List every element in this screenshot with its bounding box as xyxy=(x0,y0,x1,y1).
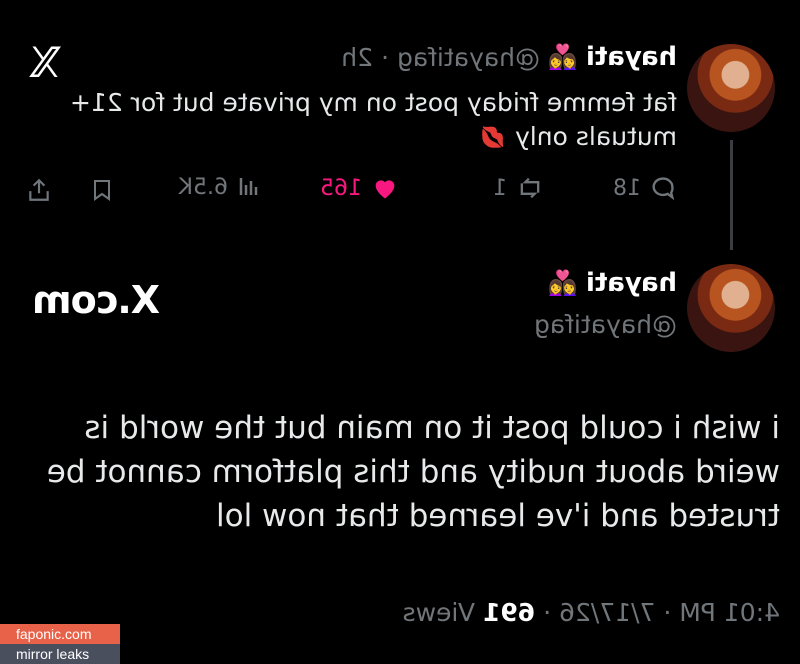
display-name[interactable]: hayati xyxy=(586,42,677,72)
views-button[interactable]: 6.5K xyxy=(179,174,260,200)
tweet-text-line: fat femme friday post on my private but … xyxy=(69,88,677,117)
tweet-header: hayati 👩‍❤️‍👩 @hayatifag · 2h xyxy=(341,42,677,72)
like-count: 165 xyxy=(320,175,362,201)
meta-timestamp[interactable]: 4:01 PM · 7/17/26 · xyxy=(543,598,780,627)
tweet-text: i wish i could post it on main but the w… xyxy=(10,406,780,538)
repost-count: 1 xyxy=(493,175,507,201)
like-button[interactable]: 165 xyxy=(320,174,400,202)
repost-icon xyxy=(520,177,540,199)
x-wordmark: X.com xyxy=(33,278,160,322)
tweet-text-line: i wish i could post it on main but the w… xyxy=(84,410,780,446)
name-emoji: 👩‍❤️‍👩 xyxy=(548,43,578,71)
share-icon xyxy=(29,178,49,201)
tweet-meta: 4:01 PM · 7/17/26 · 691 Views xyxy=(403,598,780,627)
avatar[interactable] xyxy=(687,44,775,132)
meta-views-label: Views xyxy=(402,598,475,627)
tweet-text: fat femme friday post on my private but … xyxy=(57,86,677,154)
tweet-text-line: trusted and i've learned that now lol xyxy=(216,498,780,534)
tweet-header: hayati 👩‍❤️‍👩 xyxy=(548,268,677,298)
handle[interactable]: @hayatifag xyxy=(534,310,677,339)
views-bar-chart-icon xyxy=(239,178,258,195)
tweet-text-line: mutuals only xyxy=(515,122,677,151)
reply-button[interactable]: 18 xyxy=(613,174,677,202)
x-logo-icon[interactable]: 𝕏 xyxy=(28,38,62,87)
watermark-site: faponic.com xyxy=(0,624,120,644)
reply-count: 18 xyxy=(613,175,641,201)
views-count: 6.5K xyxy=(178,174,228,200)
repost-button[interactable]: 1 xyxy=(493,174,545,202)
meta-views-count: 691 xyxy=(482,598,536,627)
reply-icon xyxy=(652,177,675,201)
tweet-text-line: weird about nudity and this platform can… xyxy=(46,454,780,490)
display-name[interactable]: hayati xyxy=(586,268,677,298)
handle[interactable]: @hayatifag xyxy=(397,43,540,72)
timestamp[interactable]: 2h xyxy=(341,43,373,72)
separator: · xyxy=(381,42,389,72)
watermark-tagline: mirror leaks xyxy=(0,644,120,664)
heart-icon xyxy=(375,180,395,199)
bookmark-button[interactable] xyxy=(90,176,114,204)
avatar[interactable] xyxy=(687,264,775,352)
share-button[interactable] xyxy=(26,176,52,204)
name-emoji: 👩‍❤️‍👩 xyxy=(548,269,578,297)
mirrored-screenshot: hayati 👩‍❤️‍👩 @hayatifag · 2h fat femme … xyxy=(0,0,800,664)
thread-connector xyxy=(730,140,733,250)
lips-emoji: 💋 xyxy=(480,125,506,149)
bookmark-icon xyxy=(94,180,110,201)
